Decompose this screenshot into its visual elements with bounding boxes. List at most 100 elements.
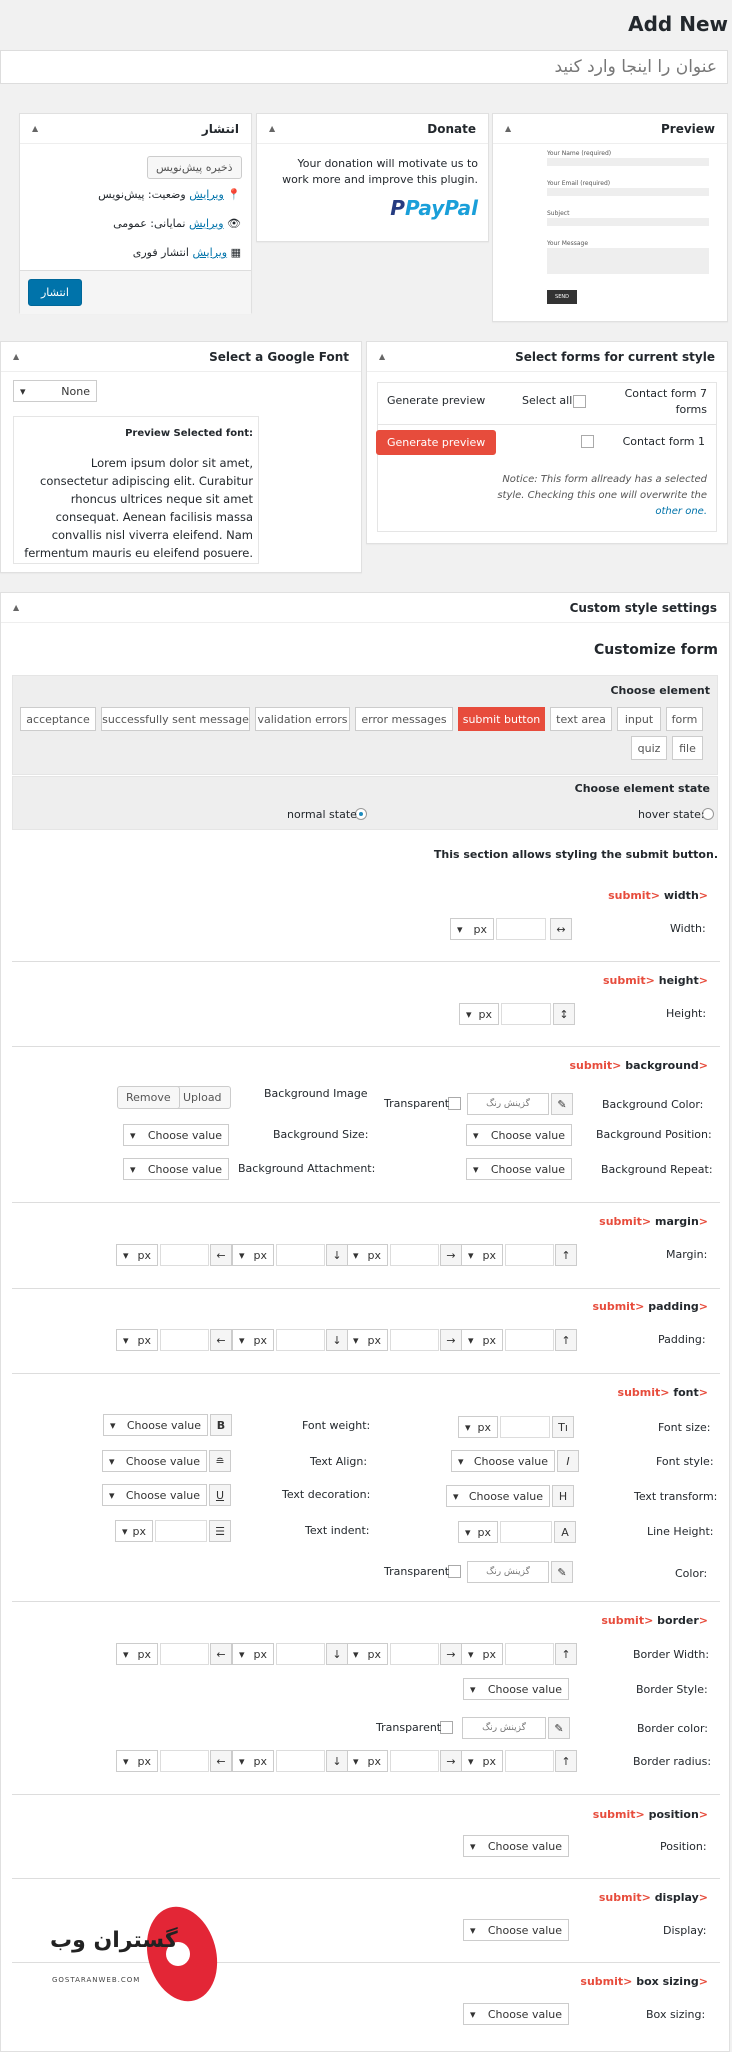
side-right-unit[interactable]: ▾ px xyxy=(346,1329,388,1351)
paypal-button[interactable]: PPayPal xyxy=(390,196,478,220)
side-bottom-unit[interactable]: ▾ px xyxy=(232,1329,274,1351)
line-height-unit[interactable]: ▾ px xyxy=(458,1521,498,1543)
color-picker[interactable]: گزینش رنگ xyxy=(467,1561,549,1583)
pin-icon: 📍 xyxy=(227,188,241,201)
line-height-input[interactable] xyxy=(500,1521,552,1543)
edit-link[interactable]: ویرایش xyxy=(189,217,224,230)
title-input[interactable]: عنوان را اینجا وارد کنید xyxy=(0,50,728,84)
height-unit-select[interactable]: ▾ px xyxy=(459,1003,499,1025)
arrow-left-icon: ← xyxy=(210,1750,232,1772)
side-top-unit[interactable]: ▾ px xyxy=(461,1750,503,1772)
side-top-input[interactable] xyxy=(505,1329,554,1351)
element-tag-success[interactable]: successfully sent message xyxy=(101,707,250,731)
collapse-icon[interactable]: ▲ xyxy=(32,124,38,133)
eyedropper-icon[interactable]: ✎ xyxy=(548,1717,570,1739)
color-transparent-checkbox[interactable] xyxy=(448,1565,461,1578)
boxsizing-select[interactable]: ▾ Choose value xyxy=(463,2003,569,2025)
side-bottom-input[interactable] xyxy=(276,1750,325,1772)
side-top-input[interactable] xyxy=(505,1643,554,1665)
google-font-box: ▲ Select a Google Font ▾ None Preview Sele… xyxy=(0,341,362,573)
side-top-unit[interactable]: ▾ px xyxy=(461,1329,503,1351)
side-left-input[interactable] xyxy=(160,1750,209,1772)
bg-repeat-select[interactable]: ▾ Choose value xyxy=(466,1158,572,1180)
side-left-input[interactable] xyxy=(160,1329,209,1351)
eyedropper-icon[interactable]: ✎ xyxy=(551,1561,573,1583)
side-right-input[interactable] xyxy=(390,1643,439,1665)
element-tag-validation[interactable]: validation errors xyxy=(255,707,350,731)
bg-size-label: Background Size: xyxy=(273,1128,369,1141)
text-indent-unit[interactable]: ▾ px xyxy=(115,1520,153,1542)
side-bottom-input[interactable] xyxy=(276,1643,325,1665)
width-input[interactable] xyxy=(496,918,546,940)
side-bottom-unit[interactable]: ▾ px xyxy=(232,1750,274,1772)
side-right-input[interactable] xyxy=(390,1244,439,1266)
border-color-picker[interactable]: گزینش رنگ xyxy=(462,1717,546,1739)
collapse-icon[interactable]: ▲ xyxy=(269,124,275,133)
side-bottom-unit[interactable]: ▾ px xyxy=(232,1643,274,1665)
font-select[interactable]: ▾ None xyxy=(13,380,97,402)
side-right-unit[interactable]: ▾ px xyxy=(346,1750,388,1772)
border-style-select[interactable]: ▾ Choose value xyxy=(463,1678,569,1700)
eyedropper-icon[interactable]: ✎ xyxy=(551,1093,573,1115)
element-tag-acceptance[interactable]: acceptance xyxy=(20,707,96,731)
position-select[interactable]: ▾ Choose value xyxy=(463,1835,569,1857)
side-left-input[interactable] xyxy=(160,1643,209,1665)
bg-color-picker[interactable]: گزینش رنگ xyxy=(467,1093,549,1115)
side-left-unit[interactable]: ▾ px xyxy=(116,1750,158,1772)
height-input[interactable] xyxy=(501,1003,551,1025)
side-top-unit[interactable]: ▾ px xyxy=(461,1643,503,1665)
width-unit-select[interactable]: ▾ px xyxy=(450,918,494,940)
edit-link[interactable]: ویرایش xyxy=(193,246,228,259)
remove-button[interactable]: Remove xyxy=(117,1086,180,1109)
element-tag-form[interactable]: form xyxy=(666,707,703,731)
side-right-unit[interactable]: ▾ px xyxy=(346,1244,388,1266)
side-right-input[interactable] xyxy=(390,1750,439,1772)
side-bottom-unit[interactable]: ▾ px xyxy=(232,1244,274,1266)
side-top-unit[interactable]: ▾ px xyxy=(461,1244,503,1266)
select-all-checkbox[interactable] xyxy=(573,395,586,408)
element-tag-errors[interactable]: error messages xyxy=(355,707,453,731)
form-row-checkbox[interactable] xyxy=(581,435,594,448)
side-left-unit[interactable]: ▾ px xyxy=(116,1643,158,1665)
font-weight-select[interactable]: ▾ Choose value xyxy=(103,1414,208,1436)
element-tag-submit[interactable]: submit button xyxy=(458,707,545,731)
bg-position-select[interactable]: ▾ Choose value xyxy=(466,1124,572,1146)
element-tag-input[interactable]: input xyxy=(617,707,661,731)
text-transform-select[interactable]: ▾ Choose value xyxy=(446,1485,550,1507)
side-left-unit[interactable]: ▾ px xyxy=(116,1244,158,1266)
font-size-unit[interactable]: ▾ px xyxy=(458,1416,498,1438)
notice-link[interactable]: other one. xyxy=(655,506,707,517)
collapse-icon[interactable]: ▲ xyxy=(379,352,385,361)
collapse-icon[interactable]: ▲ xyxy=(13,352,19,361)
text-decoration-select[interactable]: ▾ Choose value xyxy=(102,1484,207,1506)
upload-button[interactable]: Upload xyxy=(174,1086,231,1109)
bg-size-select[interactable]: ▾ Choose value xyxy=(123,1124,229,1146)
section-background-title: submit> background> xyxy=(569,1059,708,1072)
side-left-input[interactable] xyxy=(160,1244,209,1266)
bg-attach-select[interactable]: ▾ Choose value xyxy=(123,1158,229,1180)
save-draft-button[interactable]: ذخیره پیش‌نویس xyxy=(147,156,242,179)
side-top-input[interactable] xyxy=(505,1750,554,1772)
element-tag-quiz[interactable]: quiz xyxy=(631,736,667,760)
element-tag-file[interactable]: file xyxy=(672,736,703,760)
font-size-input[interactable] xyxy=(500,1416,550,1438)
side-right-unit[interactable]: ▾ px xyxy=(346,1643,388,1665)
side-left-unit[interactable]: ▾ px xyxy=(116,1329,158,1351)
color-transparent-label: Transparent xyxy=(384,1565,450,1578)
border-transparent-checkbox[interactable] xyxy=(440,1721,453,1734)
side-top-input[interactable] xyxy=(505,1244,554,1266)
side-bottom-input[interactable] xyxy=(276,1329,325,1351)
text-indent-input[interactable] xyxy=(155,1520,207,1542)
text-align-select[interactable]: ▾ Choose value xyxy=(102,1450,207,1472)
bg-transparent-checkbox[interactable] xyxy=(448,1097,461,1110)
element-tag-textarea[interactable]: text area xyxy=(550,707,612,731)
collapse-icon[interactable]: ▲ xyxy=(13,603,19,612)
publish-button[interactable]: انتشار xyxy=(28,279,82,306)
side-bottom-input[interactable] xyxy=(276,1244,325,1266)
font-style-select[interactable]: ▾ Choose value xyxy=(451,1450,555,1472)
side-right-input[interactable] xyxy=(390,1329,439,1351)
display-select[interactable]: ▾ Choose value xyxy=(463,1919,569,1941)
generate-preview-button[interactable]: Generate preview xyxy=(376,430,497,455)
edit-link[interactable]: ویرایش xyxy=(189,188,224,201)
collapse-icon[interactable]: ▲ xyxy=(505,124,511,133)
